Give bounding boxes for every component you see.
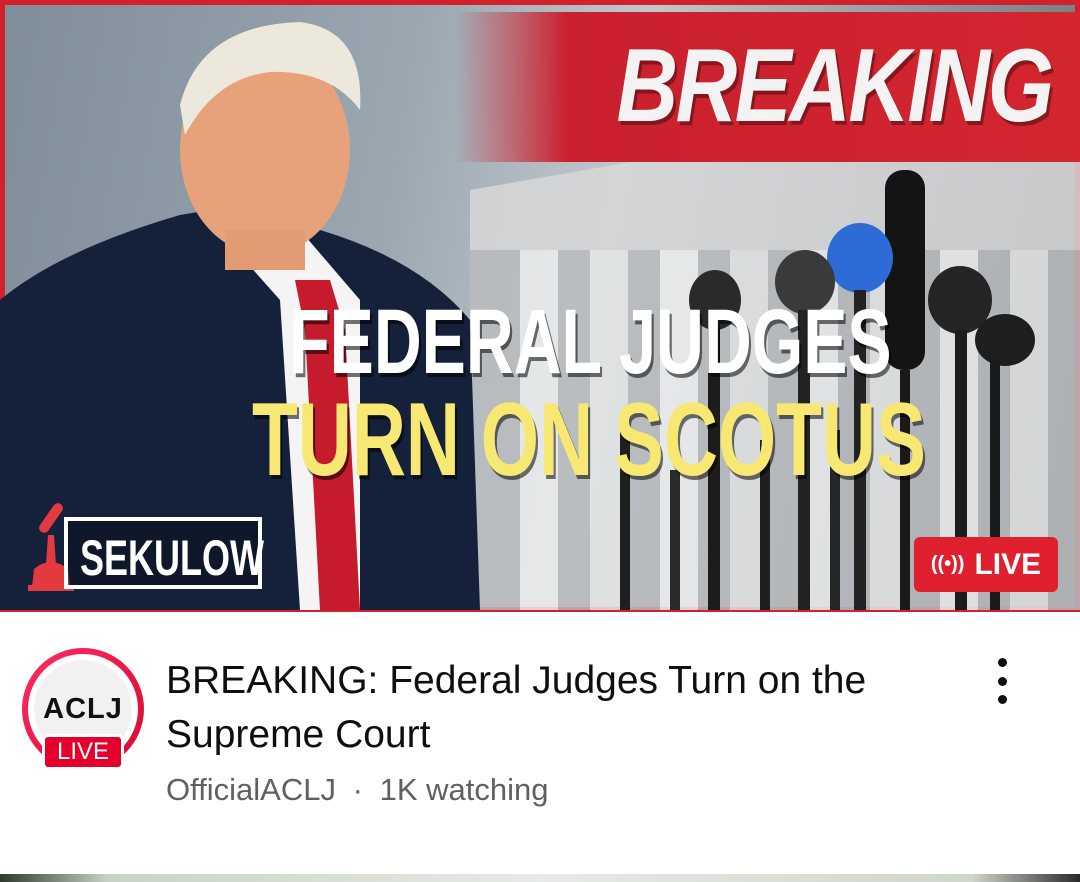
channel-name[interactable]: OfficialACLJ — [166, 772, 336, 807]
sekulow-brand-box: SEKULOW — [64, 517, 264, 589]
brand-text: SEKULOW — [80, 530, 264, 586]
thumbnail-headline-line1: FEDERAL JUDGES — [289, 291, 892, 393]
viewer-count: 1K watching — [379, 772, 549, 807]
video-title[interactable]: BREAKING: Federal Judges Turn on the Sup… — [166, 654, 926, 762]
live-badge: ((•)) LIVE — [914, 537, 1058, 592]
video-meta: OfficialACLJ · 1K watching — [166, 772, 548, 808]
broadcast-icon: ((•)) — [930, 553, 965, 575]
breaking-banner: BREAKING — [455, 12, 1080, 162]
video-thumbnail[interactable]: BREAKING FEDERAL JUDGES TURN ON SCOTUS S… — [0, 0, 1080, 612]
channel-avatar[interactable]: ACLJ LIVE — [22, 648, 144, 770]
next-video-thumbnail-edge — [0, 874, 1080, 882]
more-vert-icon[interactable] — [980, 656, 1024, 706]
breaking-text: BREAKING — [616, 28, 1055, 144]
meta-separator: · — [352, 772, 363, 807]
avatar-live-badge: LIVE — [42, 734, 124, 770]
live-badge-label: LIVE — [974, 547, 1042, 581]
thumbnail-headline-line2: TURN ON SCOTUS — [252, 382, 926, 498]
